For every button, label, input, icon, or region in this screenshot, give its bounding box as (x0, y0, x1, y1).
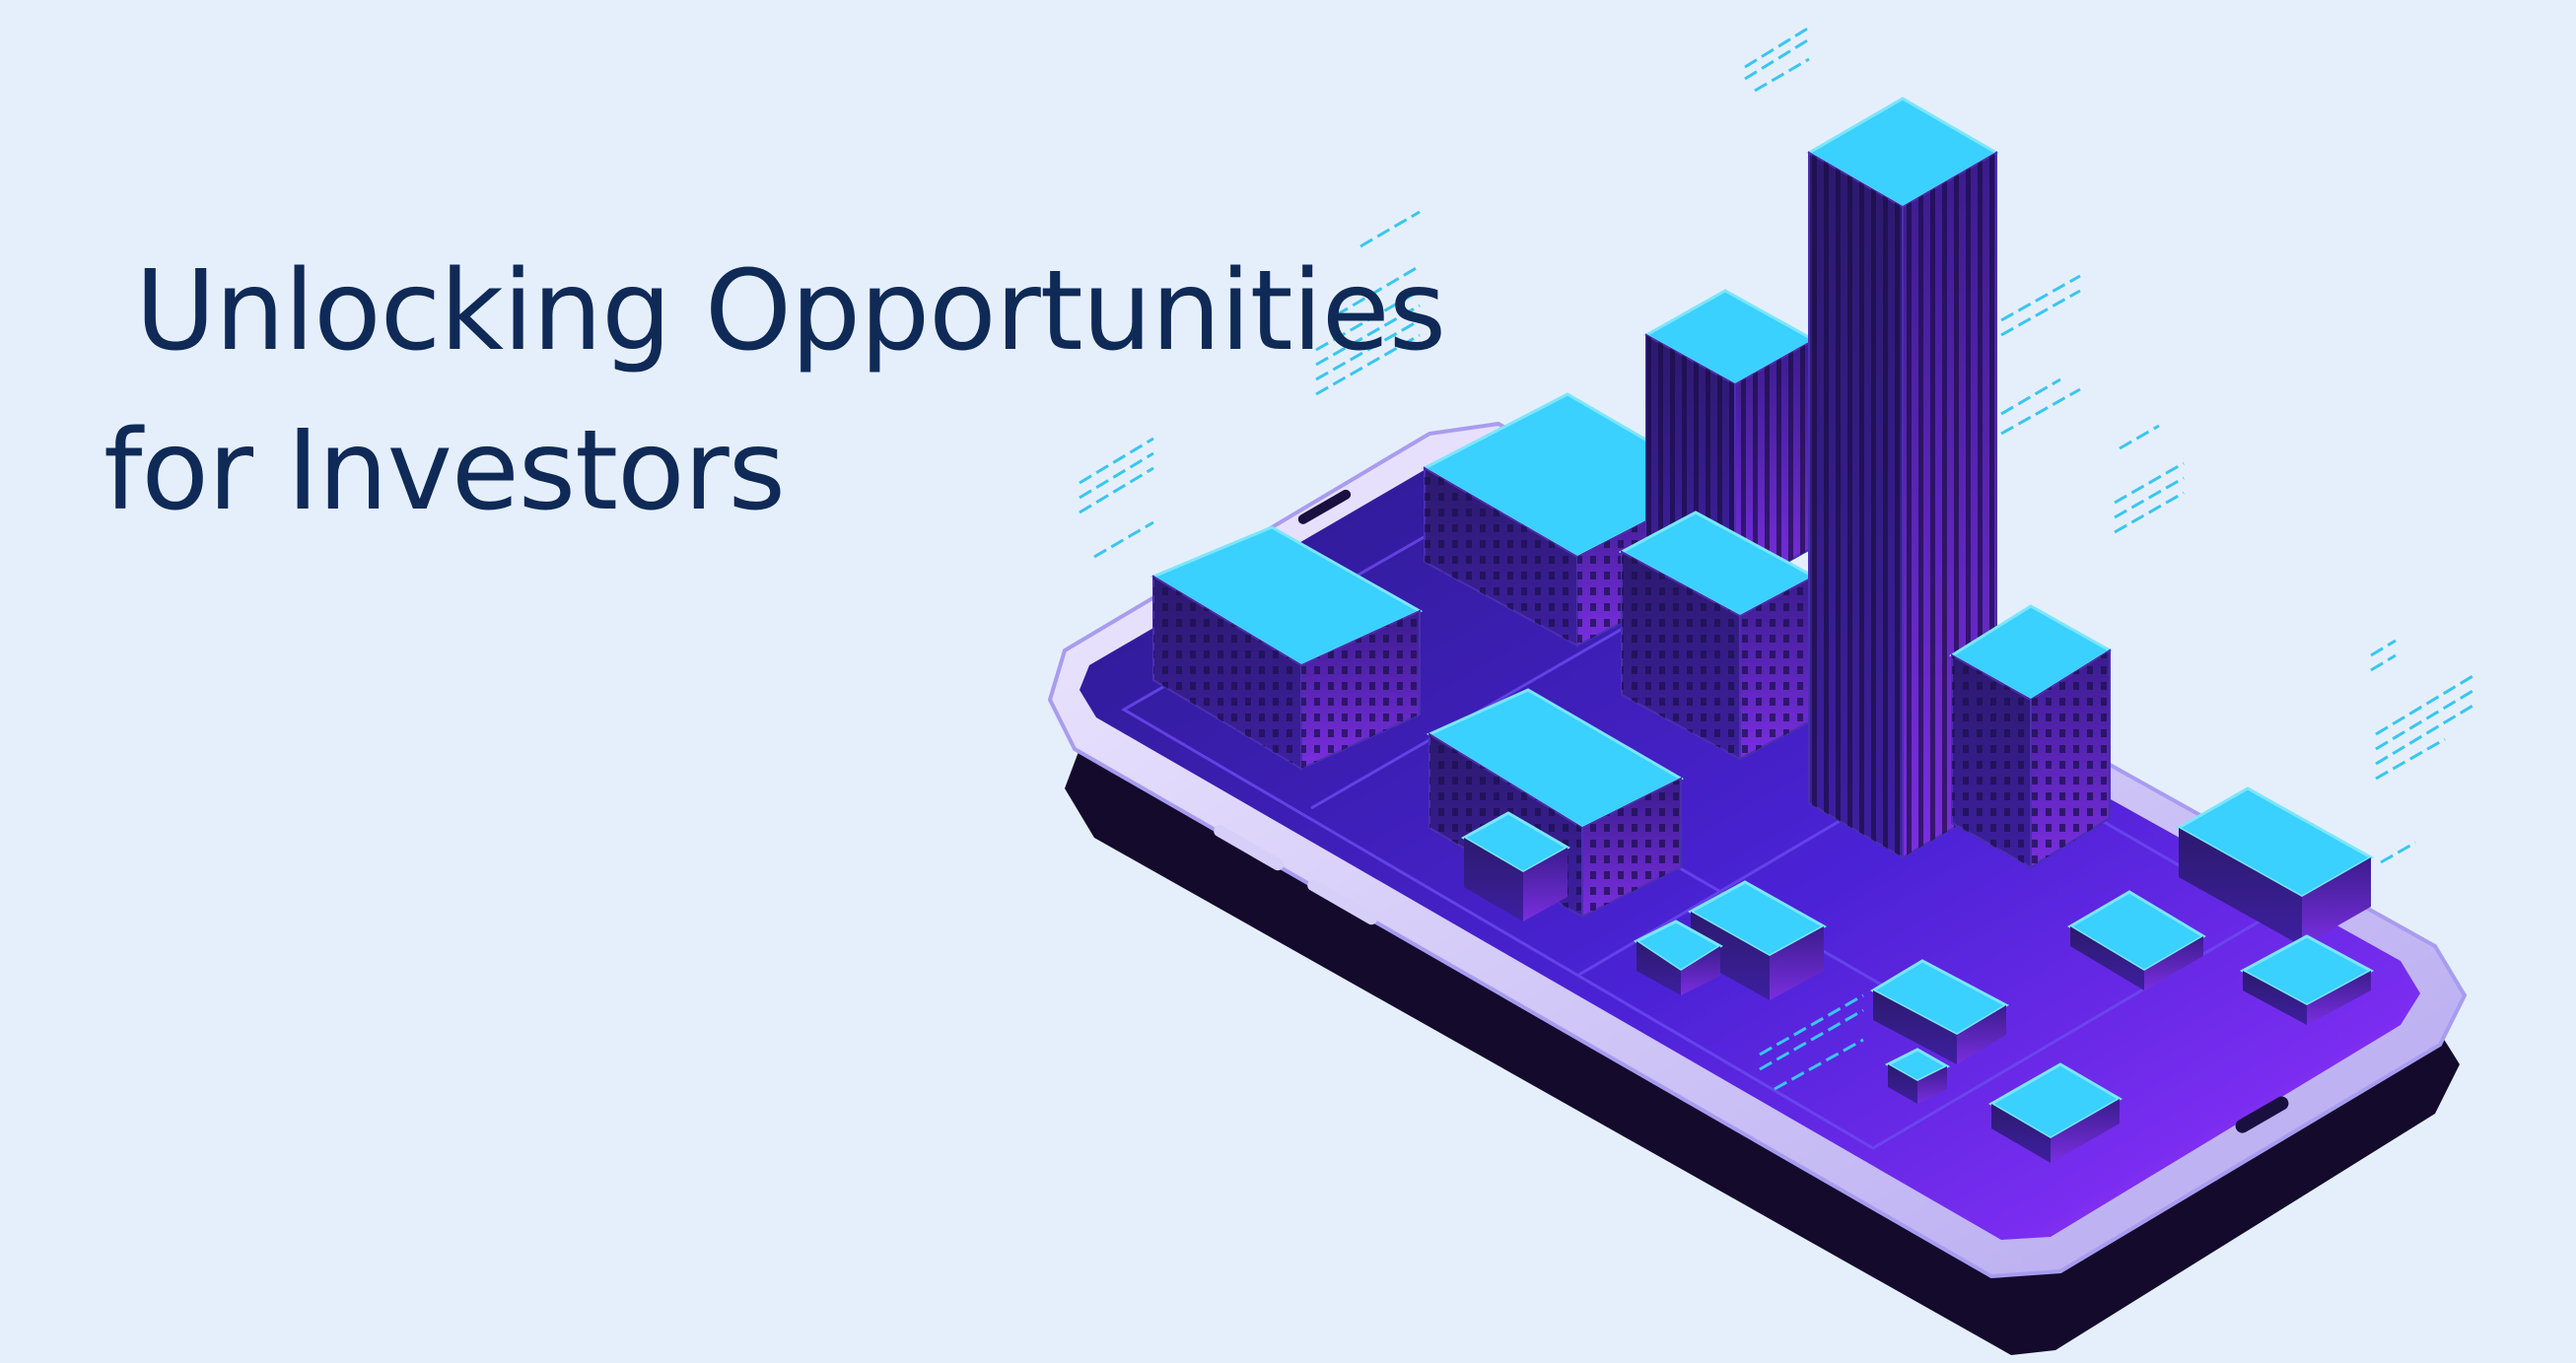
building-right-tower (1949, 604, 2113, 869)
building-mid-tower (1618, 289, 1818, 761)
hero-title-line-2: for Investors (104, 407, 786, 535)
hero-title: Unlocking Opportunities for Investors (104, 232, 1446, 551)
hero-title-line-1: Unlocking Opportunities (135, 247, 1446, 375)
city-phone-illustration (1047, 26, 2475, 1355)
hero-banner: Unlocking Opportunities for Investors (0, 0, 2576, 1363)
